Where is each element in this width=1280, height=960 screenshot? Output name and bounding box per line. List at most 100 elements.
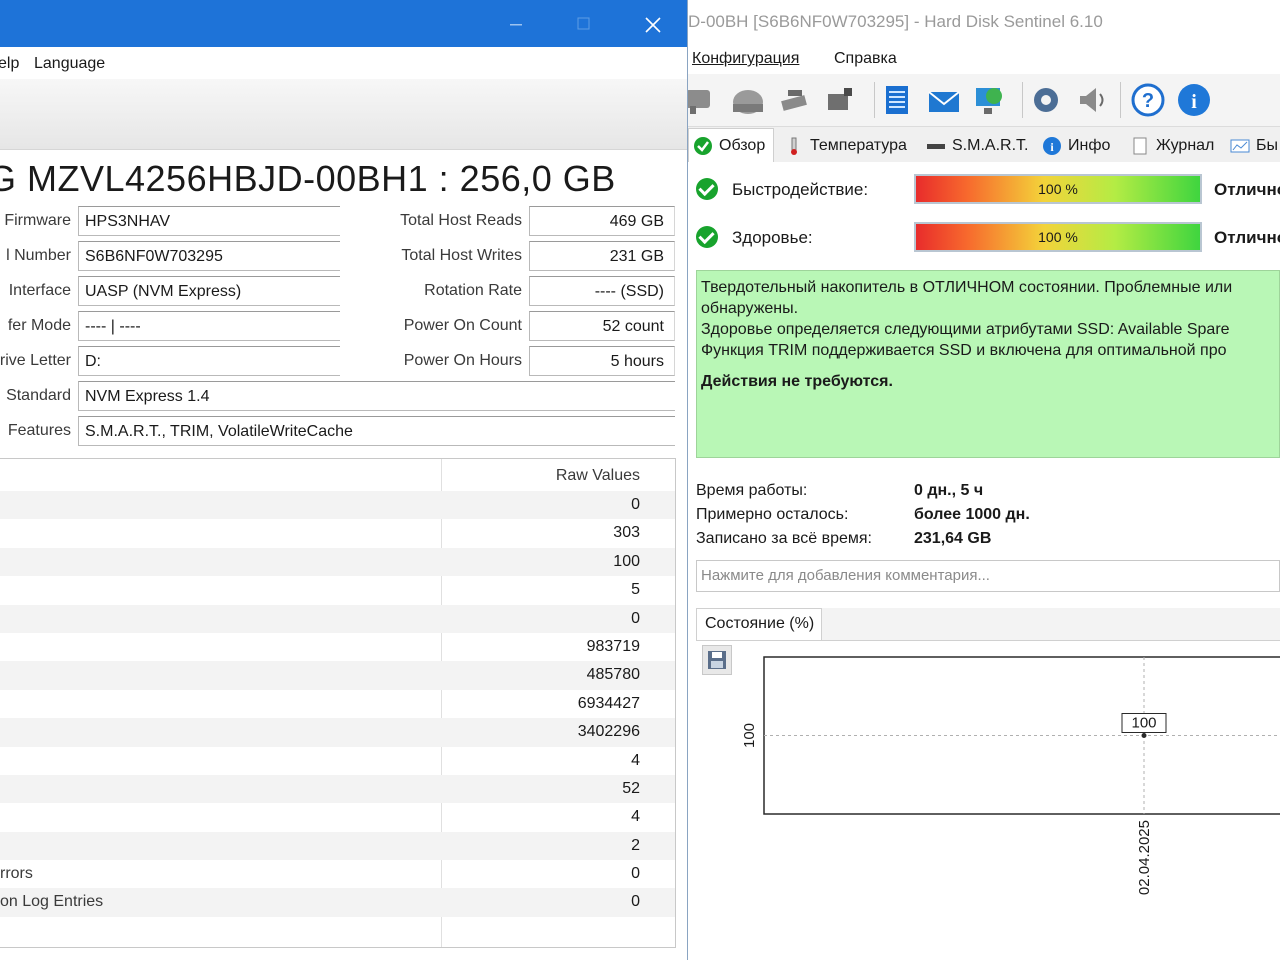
smart-icon xyxy=(926,136,946,156)
chart-data-label: 100 xyxy=(1131,715,1156,732)
disk-test-icon[interactable] xyxy=(778,82,814,118)
power-on-hours-value: 5 hours xyxy=(529,346,675,376)
summary-line: Функция TRIM поддерживается SSD и включе… xyxy=(701,342,1227,359)
raw-value: 303 xyxy=(613,524,640,542)
raw-value: 0 xyxy=(631,609,640,627)
info-icon[interactable]: i xyxy=(1176,82,1212,118)
power-on-count-value: 52 count xyxy=(529,311,675,341)
hds-titlebar[interactable]: D-00BH [S6B6NF0W703295] - Hard Disk Sent… xyxy=(688,0,1280,44)
table-row[interactable]: 303 xyxy=(0,519,675,547)
email-icon[interactable] xyxy=(926,82,962,118)
raw-value: 0 xyxy=(631,496,640,513)
tab-log-label: Журнал xyxy=(1156,137,1215,154)
info-titlebar[interactable] xyxy=(0,0,687,47)
table-row[interactable]: 485780 xyxy=(0,661,675,690)
disk-surface-icon[interactable] xyxy=(822,82,858,118)
comment-field[interactable]: Нажмите для добавления комментария... xyxy=(696,560,1280,592)
health-row: Здоровье: 100 % Отлично xyxy=(696,222,1280,256)
table-row[interactable]: rrors 0 xyxy=(0,860,675,888)
speaker-icon[interactable] xyxy=(1074,82,1110,118)
drive-title: G MZVL4256HBJD-00BH1 : 256,0 GB xyxy=(0,158,616,199)
host-reads-label: Total Host Reads xyxy=(400,212,522,229)
hds-toolbar: ? i xyxy=(688,74,1280,127)
save-chart-button[interactable] xyxy=(702,645,732,675)
close-button[interactable] xyxy=(619,0,687,47)
summary-action: Действия не требуются. xyxy=(701,373,893,390)
hds-window: D-00BH [S6B6NF0W703295] - Hard Disk Sent… xyxy=(688,0,1280,960)
tab-overview-label: Обзор xyxy=(719,137,766,154)
health-bar: 100 % xyxy=(914,222,1202,252)
raw-value: 485780 xyxy=(586,666,640,684)
check-icon xyxy=(693,136,713,156)
tab-temperature[interactable]: Температура xyxy=(784,132,907,160)
table-row[interactable]: 4 xyxy=(0,803,675,831)
disk-refresh-icon[interactable] xyxy=(688,82,718,118)
close-icon xyxy=(645,17,661,33)
table-row[interactable]: 52 xyxy=(0,774,675,804)
check-icon xyxy=(696,226,718,248)
disk-icon[interactable] xyxy=(730,82,766,118)
table-row[interactable]: 0 xyxy=(0,491,675,520)
performance-grade: Отлично xyxy=(1214,180,1280,199)
menu-help[interactable]: Справка xyxy=(834,50,897,68)
raw-value: 2 xyxy=(631,836,640,854)
table-row[interactable]: 3402296 xyxy=(0,718,675,747)
chart-point xyxy=(1141,733,1147,738)
report-icon[interactable] xyxy=(880,82,916,118)
table-row[interactable]: 983719 xyxy=(0,633,675,661)
table-row[interactable]: 5 xyxy=(0,576,675,604)
minimize-icon xyxy=(510,24,522,26)
network-icon[interactable] xyxy=(972,82,1008,118)
raw-value: 3402296 xyxy=(577,723,640,741)
chart-ytick-label: 100 xyxy=(741,723,758,748)
power-on-hours-label: Power On Hours xyxy=(403,352,522,369)
health-chart: 100 100 02.04.2025 xyxy=(741,656,1280,895)
performance-row: Быстродействие: 100 % Отлично xyxy=(696,174,1280,208)
written-label: Записано за всё время: xyxy=(696,530,872,547)
tab-overview[interactable]: Обзор xyxy=(688,128,775,163)
gear-icon[interactable] xyxy=(1028,82,1064,118)
rotation-rate-label: Rotation Rate xyxy=(424,282,522,299)
menu-language[interactable]: Language xyxy=(34,55,105,73)
standard-label: Standard xyxy=(6,387,71,404)
attribute-name: on Log Entries xyxy=(0,893,104,911)
hds-window-title: D-00BH [S6B6NF0W703295] - Hard Disk Sent… xyxy=(688,12,1103,31)
table-row[interactable]: 0 xyxy=(0,604,675,633)
interface-label: Interface xyxy=(8,282,71,299)
maximize-icon xyxy=(577,17,590,30)
menu-help[interactable]: elp xyxy=(0,55,19,73)
drive-letter-value: D: xyxy=(78,346,340,376)
summary-line: Твердотельный накопитель в ОТЛИЧНОМ сост… xyxy=(701,279,1233,296)
health-value: 100 % xyxy=(1038,229,1078,245)
svg-text:?: ? xyxy=(1142,90,1154,112)
raw-value: 4 xyxy=(631,751,640,769)
overview-panel: Быстродействие: 100 % Отлично Здоровье: … xyxy=(688,162,1280,960)
drive-letter-label: rive Letter xyxy=(0,352,71,369)
check-icon xyxy=(696,178,718,200)
tab-health-percent[interactable]: Состояние (%) xyxy=(696,608,822,640)
tab-smart[interactable]: S.M.A.R.T. xyxy=(926,132,1028,160)
document-icon xyxy=(1130,136,1150,156)
minimize-button[interactable] xyxy=(482,0,550,47)
remaining-label: Примерно осталось: xyxy=(696,506,849,523)
table-row[interactable]: 6934427 xyxy=(0,690,675,718)
maximize-button[interactable] xyxy=(550,0,618,47)
info-tab-icon: i xyxy=(1042,136,1062,156)
tab-performance[interactable]: Бы xyxy=(1230,132,1278,160)
transfer-mode-label: fer Mode xyxy=(7,317,71,334)
help-icon[interactable]: ? xyxy=(1130,82,1166,118)
power-on-count-label: Power On Count xyxy=(403,317,522,334)
performance-bar: 100 % xyxy=(914,174,1202,204)
raw-value: 52 xyxy=(622,779,640,797)
remaining-value: более 1000 дн. xyxy=(914,506,1030,523)
table-row[interactable]: on Log Entries 0 xyxy=(0,888,675,917)
table-row[interactable]: 2 xyxy=(0,831,675,861)
menu-configuration[interactable]: Конфигурация xyxy=(692,50,799,68)
table-row[interactable]: 4 xyxy=(0,747,675,775)
raw-value: 100 xyxy=(613,552,640,570)
tab-temperature-label: Температура xyxy=(810,137,907,154)
table-row[interactable]: 100 xyxy=(0,547,675,577)
tab-log[interactable]: Журнал xyxy=(1130,132,1214,160)
attribute-name: rrors xyxy=(0,865,33,883)
tab-info[interactable]: i Инфо xyxy=(1042,132,1110,160)
